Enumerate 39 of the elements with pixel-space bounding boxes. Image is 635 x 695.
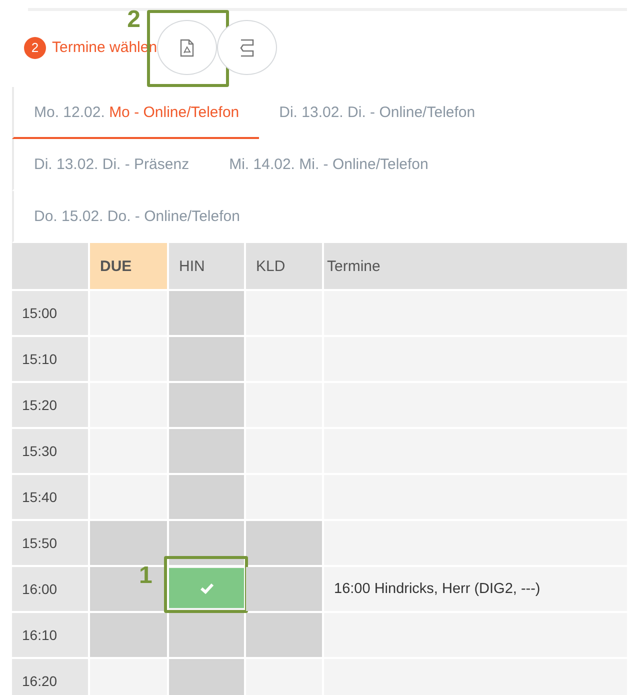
column-header[interactable]: DUE: [90, 243, 167, 289]
slot-cell[interactable]: [246, 613, 322, 657]
time-cell: 15:00: [12, 291, 88, 335]
time-cell: 16:00: [12, 567, 88, 611]
pdf-file-icon: [179, 38, 196, 56]
slot-cell[interactable]: [169, 521, 244, 565]
callout-number: 2: [127, 8, 140, 32]
slot-cell[interactable]: [90, 521, 167, 565]
column-header[interactable]: KLD: [246, 243, 322, 289]
slot-cell[interactable]: [169, 613, 244, 657]
slot-cell[interactable]: [169, 475, 244, 519]
time-cell: 15:50: [12, 521, 88, 565]
slot-cell[interactable]: [169, 659, 244, 695]
slot-cell[interactable]: [169, 383, 244, 427]
slot-cell[interactable]: [169, 337, 244, 381]
slot-cell[interactable]: [90, 567, 167, 611]
slot-cell[interactable]: [246, 521, 322, 565]
time-cell: 15:10: [12, 337, 88, 381]
callout-number: 1: [139, 564, 152, 588]
slot-cell[interactable]: [90, 613, 167, 657]
day-tab[interactable]: Mi. 14.02. Mi. - Online/Telefon: [209, 139, 448, 191]
time-cell: 16:20: [12, 659, 88, 695]
time-cell: 16:10: [12, 613, 88, 657]
slot-cell[interactable]: [246, 567, 322, 611]
column-header: Termine: [324, 243, 627, 289]
folded-map-icon: [239, 38, 256, 58]
day-tab[interactable]: Di. 13.02. Di. - Präsenz: [12, 139, 210, 191]
time-cell: 15:20: [12, 383, 88, 427]
time-cell: 15:30: [12, 429, 88, 473]
day-tab[interactable]: Di. 13.02. Di. - Online/Telefon: [259, 87, 496, 139]
slot-cell[interactable]: [169, 429, 244, 473]
booked-slot[interactable]: [169, 568, 244, 608]
day-tab[interactable]: Mo. 12.02. Mo - Online/Telefon: [12, 87, 260, 139]
column-header[interactable]: HIN: [169, 243, 244, 289]
slot-cell[interactable]: [169, 291, 244, 335]
appointment-entry: 16:00 Hindricks, Herr (DIG2, ---): [324, 567, 627, 611]
check-icon: [200, 582, 214, 594]
time-cell: 15:40: [12, 475, 88, 519]
step-badge: 2: [24, 36, 46, 58]
